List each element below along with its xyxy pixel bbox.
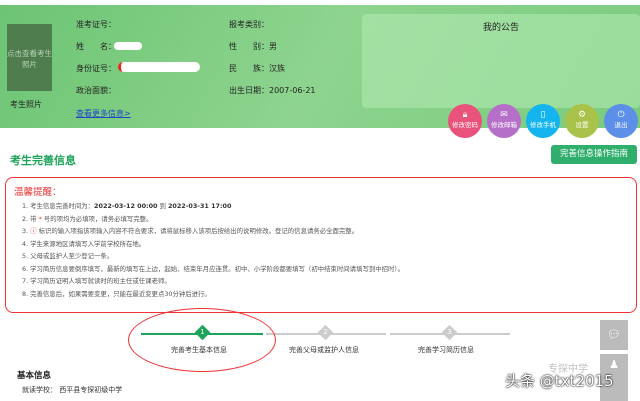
tip-text: 标识的输入项指该项输入内容不符合要求，请将鼠标移入该项后按给出的说明修改。登记的… <box>37 227 359 235</box>
phone-icon: ▯ <box>526 110 560 120</box>
step-3-label[interactable]: 完善学习简历信息 <box>418 345 474 355</box>
step-2-label[interactable]: 完善父母或监护人信息 <box>289 345 359 355</box>
mail-icon: ✉ <box>487 110 521 120</box>
tip-item: 5. 父母或监护人至少登记一条。 <box>14 250 628 263</box>
field-id: 身份证号： <box>76 63 116 74</box>
tip-item: 2. 带 * 号的项均为必填项，请务必填写完整。 <box>14 213 628 226</box>
redacted-name <box>114 42 142 50</box>
field-value: 男 <box>269 42 277 51</box>
gear-icon: ⚙ <box>565 110 599 120</box>
announcement-title: 我的公告 <box>362 20 640 33</box>
field-category: 报考类别： <box>229 19 269 30</box>
field-politics: 政治面貌： <box>76 85 116 96</box>
redacted-id <box>118 62 200 72</box>
field-birthdate: 出生日期：2007-06-21 <box>229 85 316 96</box>
change-phone-button[interactable]: ▯修改手机 <box>526 104 560 138</box>
tips-box: 温馨提醒： 1. 考生信息完善时间为：2022-03-12 00:00 到 20… <box>5 177 637 313</box>
action-label: 修改密码 <box>452 121 478 129</box>
field-label: 民 族： <box>229 64 269 73</box>
step-number: 2 <box>320 327 331 338</box>
photo-label: 考生照片 <box>10 99 42 110</box>
school-value: 西平县专探初级中学 <box>59 386 122 394</box>
action-label: 退出 <box>615 121 628 129</box>
tip-text: 3. <box>22 227 30 235</box>
action-label: 设置 <box>576 121 589 129</box>
step-number: 3 <box>444 327 455 338</box>
end-time: 2022-03-31 17:00 <box>168 202 231 210</box>
action-label: 修改邮箱 <box>491 121 517 129</box>
wechat-icon: 💬︎ <box>607 328 621 341</box>
field-exam-no: 准考证号： <box>76 19 116 30</box>
change-email-button[interactable]: ✉修改邮箱 <box>487 104 521 138</box>
announcement-panel: 我的公告 <box>362 14 640 108</box>
tip-item: 8. 完善信息后，如果需要变更，只能在最近变更点30分钟后进行。 <box>14 288 628 301</box>
tip-text: 到 <box>158 202 168 210</box>
basic-info-heading: 基本信息 <box>17 369 51 381</box>
field-label: 身份证号： <box>76 64 116 73</box>
tip-text: 1. 考生信息完善时间为： <box>22 202 94 210</box>
tip-text: 号的项均为必填项，请务必填写完整。 <box>42 215 153 223</box>
tip-item: 6. 学习简历信息要倒序填写，最新的填写在上边，起始、结束年月应连贯。初中、小学… <box>14 263 628 276</box>
field-value: 汉族 <box>269 64 285 73</box>
field-ethnicity: 民 族：汉族 <box>229 63 285 74</box>
field-value: 2007-06-21 <box>269 86 316 95</box>
field-label: 准考证号： <box>76 20 116 29</box>
field-gender: 性 别：男 <box>229 41 277 52</box>
watermark: 头条 @txt2015 <box>505 370 614 391</box>
student-photo[interactable]: 点击查看考生照片 <box>7 24 52 91</box>
more-info-link[interactable]: 查看更多信息> <box>76 108 131 119</box>
start-time: 2022-03-12 00:00 <box>94 202 157 210</box>
guide-button[interactable]: 完善信息操作指南 <box>551 145 637 164</box>
power-icon: ⏻ <box>604 110 638 120</box>
wechat-button[interactable]: 💬︎ <box>600 320 628 350</box>
tip-item: 7. 学习简历证明人填写就读时的班主任或任课老师。 <box>14 275 628 288</box>
school-field: 就读学校： 西平县专探初级中学 <box>22 385 122 395</box>
lock-icon: 🔒︎ <box>448 110 482 120</box>
school-label: 就读学校： <box>22 386 57 394</box>
field-label: 姓 名： <box>76 42 116 51</box>
settings-button[interactable]: ⚙设置 <box>565 104 599 138</box>
tip-item: 3. ⓘ 标识的输入项指该项输入内容不符合要求，请将鼠标移入该项后按给出的说明修… <box>14 225 628 238</box>
field-name: 姓 名： <box>76 41 116 52</box>
field-label: 出生日期： <box>229 86 269 95</box>
tip-item: 1. 考生信息完善时间为：2022-03-12 00:00 到 2022-03-… <box>14 200 628 213</box>
tip-text: 2. 带 <box>22 215 39 223</box>
action-label: 修改手机 <box>530 121 556 129</box>
tips-title: 温馨提醒： <box>14 184 628 198</box>
field-label: 政治面貌： <box>76 86 116 95</box>
field-label: 报考类别： <box>229 20 269 29</box>
change-password-button[interactable]: 🔒︎修改密码 <box>448 104 482 138</box>
logout-button[interactable]: ⏻退出 <box>604 104 638 138</box>
field-label: 性 别： <box>229 42 269 51</box>
highlight-annotation <box>128 308 276 372</box>
tip-item: 4. 学生来源地区请填写入学前学校所在地。 <box>14 238 628 251</box>
page-title: 考生完善信息 <box>10 152 76 168</box>
